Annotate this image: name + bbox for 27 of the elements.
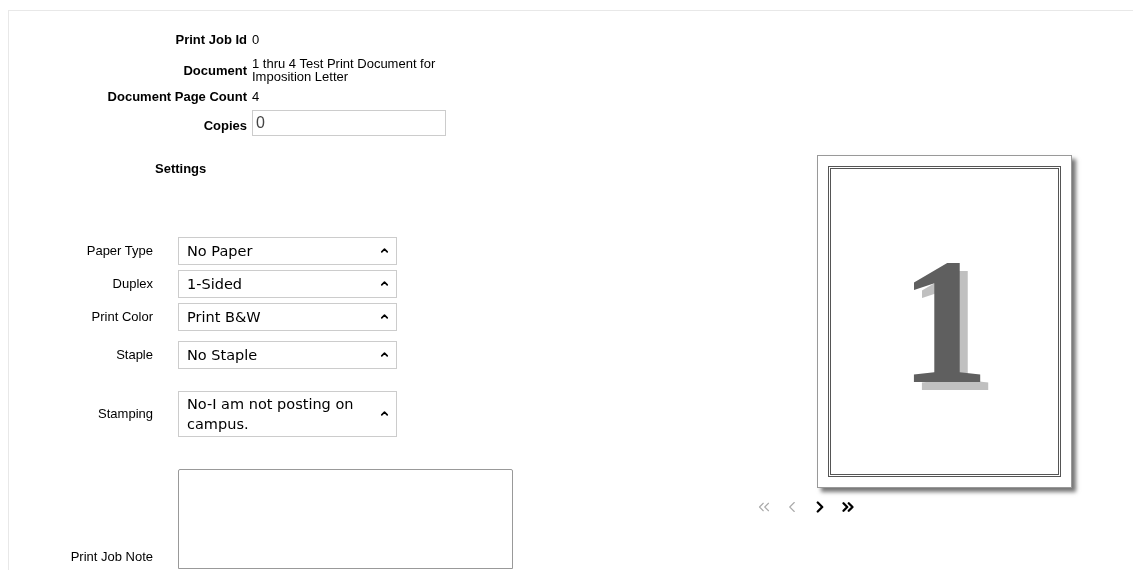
field-label: Document Page Count (106, 87, 248, 106)
section-heading: Settings (155, 160, 207, 178)
select-dropdown[interactable]: No Staple (178, 340, 397, 369)
field-label: Print Job Note (69, 548, 153, 566)
field-label: Copies (202, 117, 248, 135)
caret-icon (379, 278, 390, 289)
setting-label: Duplex (111, 274, 153, 293)
caret-icon (379, 245, 390, 256)
select-dropdown[interactable]: No Paper (178, 236, 397, 265)
field-value: 0 (252, 31, 261, 46)
setting-label: Print Color (90, 307, 153, 326)
caret-icon (379, 349, 390, 360)
field-value: 4 (252, 87, 261, 103)
page-number: 1 (899, 246, 990, 397)
field-label: Print Job Id (174, 31, 248, 49)
setting-label: Stamping (97, 404, 153, 423)
select-dropdown[interactable]: No-I am not posting on campus. (178, 390, 397, 437)
note-textarea[interactable] (178, 468, 513, 569)
copies-field[interactable]: 0 (252, 110, 446, 136)
caret-icon (379, 311, 390, 322)
setting-label: Staple (115, 345, 153, 364)
caret-icon (379, 408, 390, 419)
field-label: Document (182, 61, 248, 80)
field-value: 1 thru 4 Test Print Document for Imposition Letter (252, 54, 437, 83)
select-dropdown[interactable]: Print B&W (178, 302, 397, 331)
setting-label: Paper Type (85, 241, 153, 260)
select-dropdown[interactable]: 1-Sided (178, 269, 397, 298)
